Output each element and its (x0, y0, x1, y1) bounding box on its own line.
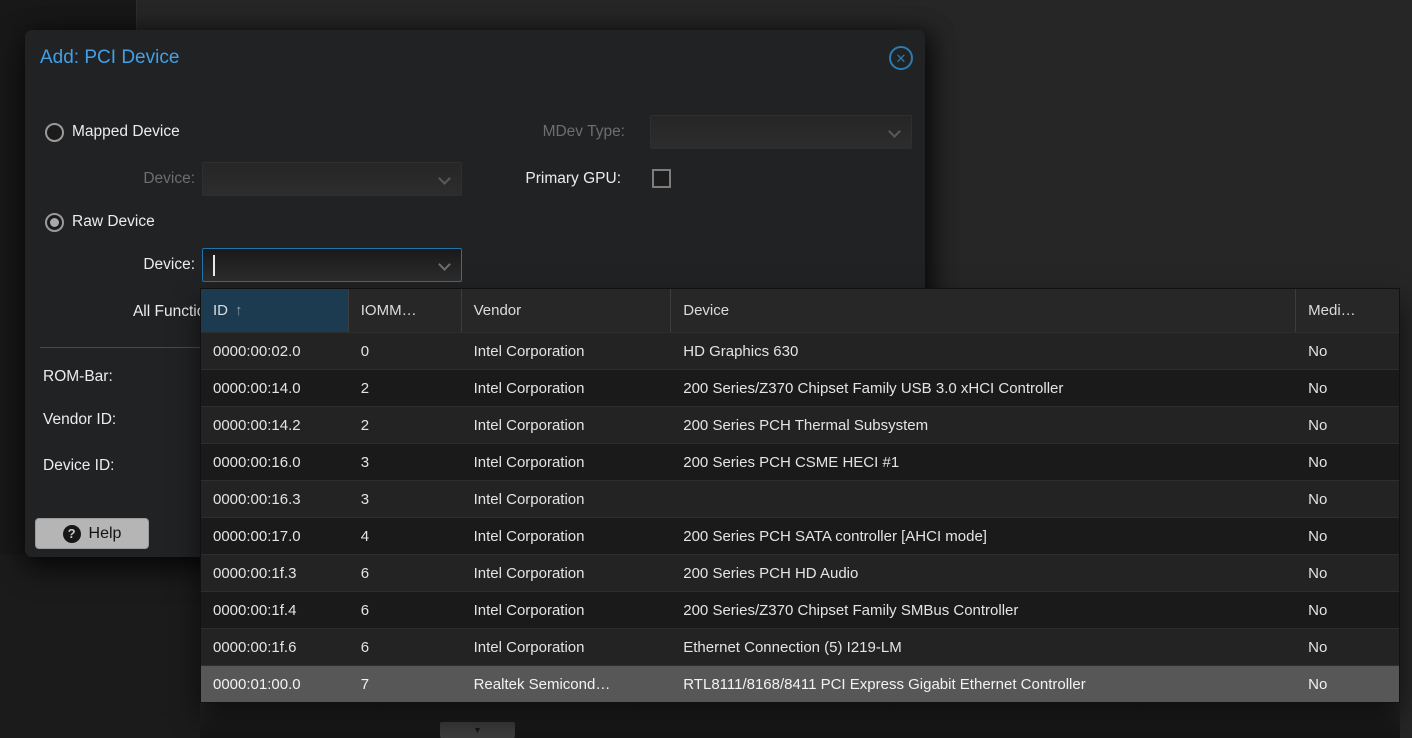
cell-iommu: 6 (349, 555, 462, 591)
chevron-down-icon (888, 125, 901, 138)
primary-gpu-label: Primary GPU: (491, 170, 621, 188)
cell-vendor: Intel Corporation (462, 629, 672, 665)
cell-iommu: 0 (349, 333, 462, 369)
cell-id: 0000:00:16.0 (201, 444, 349, 480)
device-table-header: ID ↑ IOMM… Vendor Device Medi… (201, 289, 1399, 332)
cell-mediated: No (1296, 629, 1399, 665)
device-row[interactable]: 0000:00:02.00Intel CorporationHD Graphic… (201, 332, 1399, 369)
cell-vendor: Intel Corporation (462, 370, 672, 406)
mdev-type-combo[interactable] (650, 115, 912, 149)
cell-mediated: No (1296, 407, 1399, 443)
cell-vendor: Intel Corporation (462, 333, 672, 369)
cell-iommu: 7 (349, 666, 462, 702)
cell-iommu: 6 (349, 592, 462, 628)
cell-iommu: 2 (349, 407, 462, 443)
column-header-iommu[interactable]: IOMM… (349, 289, 462, 332)
mdev-type-label: MDev Type: (490, 123, 625, 141)
question-mark-icon: ? (63, 525, 81, 543)
cell-device: 200 Series PCH Thermal Subsystem (671, 407, 1296, 443)
cell-iommu: 4 (349, 518, 462, 554)
cell-device: 200 Series PCH HD Audio (671, 555, 1296, 591)
dialog-title: Add: PCI Device (40, 47, 179, 69)
cell-iommu: 3 (349, 444, 462, 480)
raw-device-radio-label: Raw Device (72, 213, 155, 231)
chevron-down-icon (438, 258, 451, 271)
device-row[interactable]: 0000:00:1f.66Intel CorporationEthernet C… (201, 628, 1399, 665)
chevron-down-icon (438, 172, 451, 185)
cell-id: 0000:00:1f.3 (201, 555, 349, 591)
mapped-device-radio-label: Mapped Device (72, 123, 180, 141)
device-row[interactable]: 0000:00:16.03Intel Corporation200 Series… (201, 443, 1399, 480)
cell-mediated: No (1296, 555, 1399, 591)
scroll-down-icon: ▼ (473, 725, 482, 735)
cell-vendor: Intel Corporation (462, 555, 672, 591)
cell-id: 0000:00:14.0 (201, 370, 349, 406)
cell-mediated: No (1296, 444, 1399, 480)
raw-device-combo[interactable] (202, 248, 462, 282)
help-button[interactable]: ? Help (35, 518, 149, 549)
mapped-device-device-label: Device: (85, 170, 195, 188)
cell-device (671, 481, 1296, 517)
device-row[interactable]: 0000:00:16.33Intel Corporation No (201, 480, 1399, 517)
cell-vendor: Intel Corporation (462, 481, 672, 517)
cell-device: 200 Series/Z370 Chipset Family SMBus Con… (671, 592, 1296, 628)
cell-vendor: Intel Corporation (462, 407, 672, 443)
cell-vendor: Intel Corporation (462, 592, 672, 628)
cell-mediated: No (1296, 333, 1399, 369)
column-header-vendor[interactable]: Vendor (462, 289, 672, 332)
vendor-id-label: Vendor ID: (43, 411, 116, 429)
cell-mediated: No (1296, 592, 1399, 628)
cell-device: Ethernet Connection (5) I219-LM (671, 629, 1296, 665)
background-area (0, 555, 200, 738)
cell-id: 0000:00:14.2 (201, 407, 349, 443)
cell-device: 200 Series/Z370 Chipset Family USB 3.0 x… (671, 370, 1296, 406)
mapped-device-combo[interactable] (202, 162, 462, 196)
cell-mediated: No (1296, 518, 1399, 554)
rom-bar-label: ROM-Bar: (43, 368, 113, 386)
device-row[interactable]: 0000:00:14.22Intel Corporation200 Series… (201, 406, 1399, 443)
cell-iommu: 3 (349, 481, 462, 517)
device-picker-dropdown: ID ↑ IOMM… Vendor Device Medi… 0000:00:0… (200, 288, 1400, 703)
column-header-device[interactable]: Device (671, 289, 1296, 332)
cell-device: 200 Series PCH SATA controller [AHCI mod… (671, 518, 1296, 554)
cell-device: HD Graphics 630 (671, 333, 1296, 369)
primary-gpu-checkbox[interactable] (652, 169, 671, 188)
cell-iommu: 6 (349, 629, 462, 665)
raw-device-device-label: Device: (85, 256, 195, 274)
help-button-label: Help (89, 525, 122, 543)
cell-device: 200 Series PCH CSME HECI #1 (671, 444, 1296, 480)
cell-id: 0000:00:02.0 (201, 333, 349, 369)
device-row[interactable]: 0000:00:1f.36Intel Corporation200 Series… (201, 554, 1399, 591)
cell-id: 0000:00:1f.6 (201, 629, 349, 665)
text-cursor (213, 255, 215, 276)
dropdown-bottom-shadow (200, 701, 1400, 738)
all-functions-label: All Functions: (25, 303, 226, 321)
cell-mediated: No (1296, 370, 1399, 406)
cell-id: 0000:00:17.0 (201, 518, 349, 554)
cell-id: 0000:00:16.3 (201, 481, 349, 517)
cell-id: 0000:01:00.0 (201, 666, 349, 702)
column-header-mediated[interactable]: Medi… (1296, 289, 1399, 332)
cell-iommu: 2 (349, 370, 462, 406)
cell-vendor: Intel Corporation (462, 518, 672, 554)
scroll-down-button[interactable]: ▼ (440, 722, 515, 738)
cell-vendor: Realtek Semicond… (462, 666, 672, 702)
device-table-body: 0000:00:02.00Intel CorporationHD Graphic… (201, 332, 1399, 702)
raw-device-radio[interactable] (45, 213, 64, 232)
column-header-id[interactable]: ID ↑ (201, 289, 349, 332)
cell-vendor: Intel Corporation (462, 444, 672, 480)
device-id-label: Device ID: (43, 457, 115, 475)
cell-id: 0000:00:1f.4 (201, 592, 349, 628)
device-row[interactable]: 0000:00:1f.46Intel Corporation200 Series… (201, 591, 1399, 628)
device-row[interactable]: 0000:01:00.07Realtek Semicond…RTL8111/81… (201, 665, 1399, 702)
sort-asc-icon: ↑ (235, 302, 243, 319)
cell-device: RTL8111/8168/8411 PCI Express Gigabit Et… (671, 666, 1296, 702)
cell-mediated: No (1296, 666, 1399, 702)
close-icon[interactable]: ✕ (889, 46, 913, 70)
cell-mediated: No (1296, 481, 1399, 517)
device-row[interactable]: 0000:00:14.02Intel Corporation200 Series… (201, 369, 1399, 406)
mapped-device-radio[interactable] (45, 123, 64, 142)
device-row[interactable]: 0000:00:17.04Intel Corporation200 Series… (201, 517, 1399, 554)
